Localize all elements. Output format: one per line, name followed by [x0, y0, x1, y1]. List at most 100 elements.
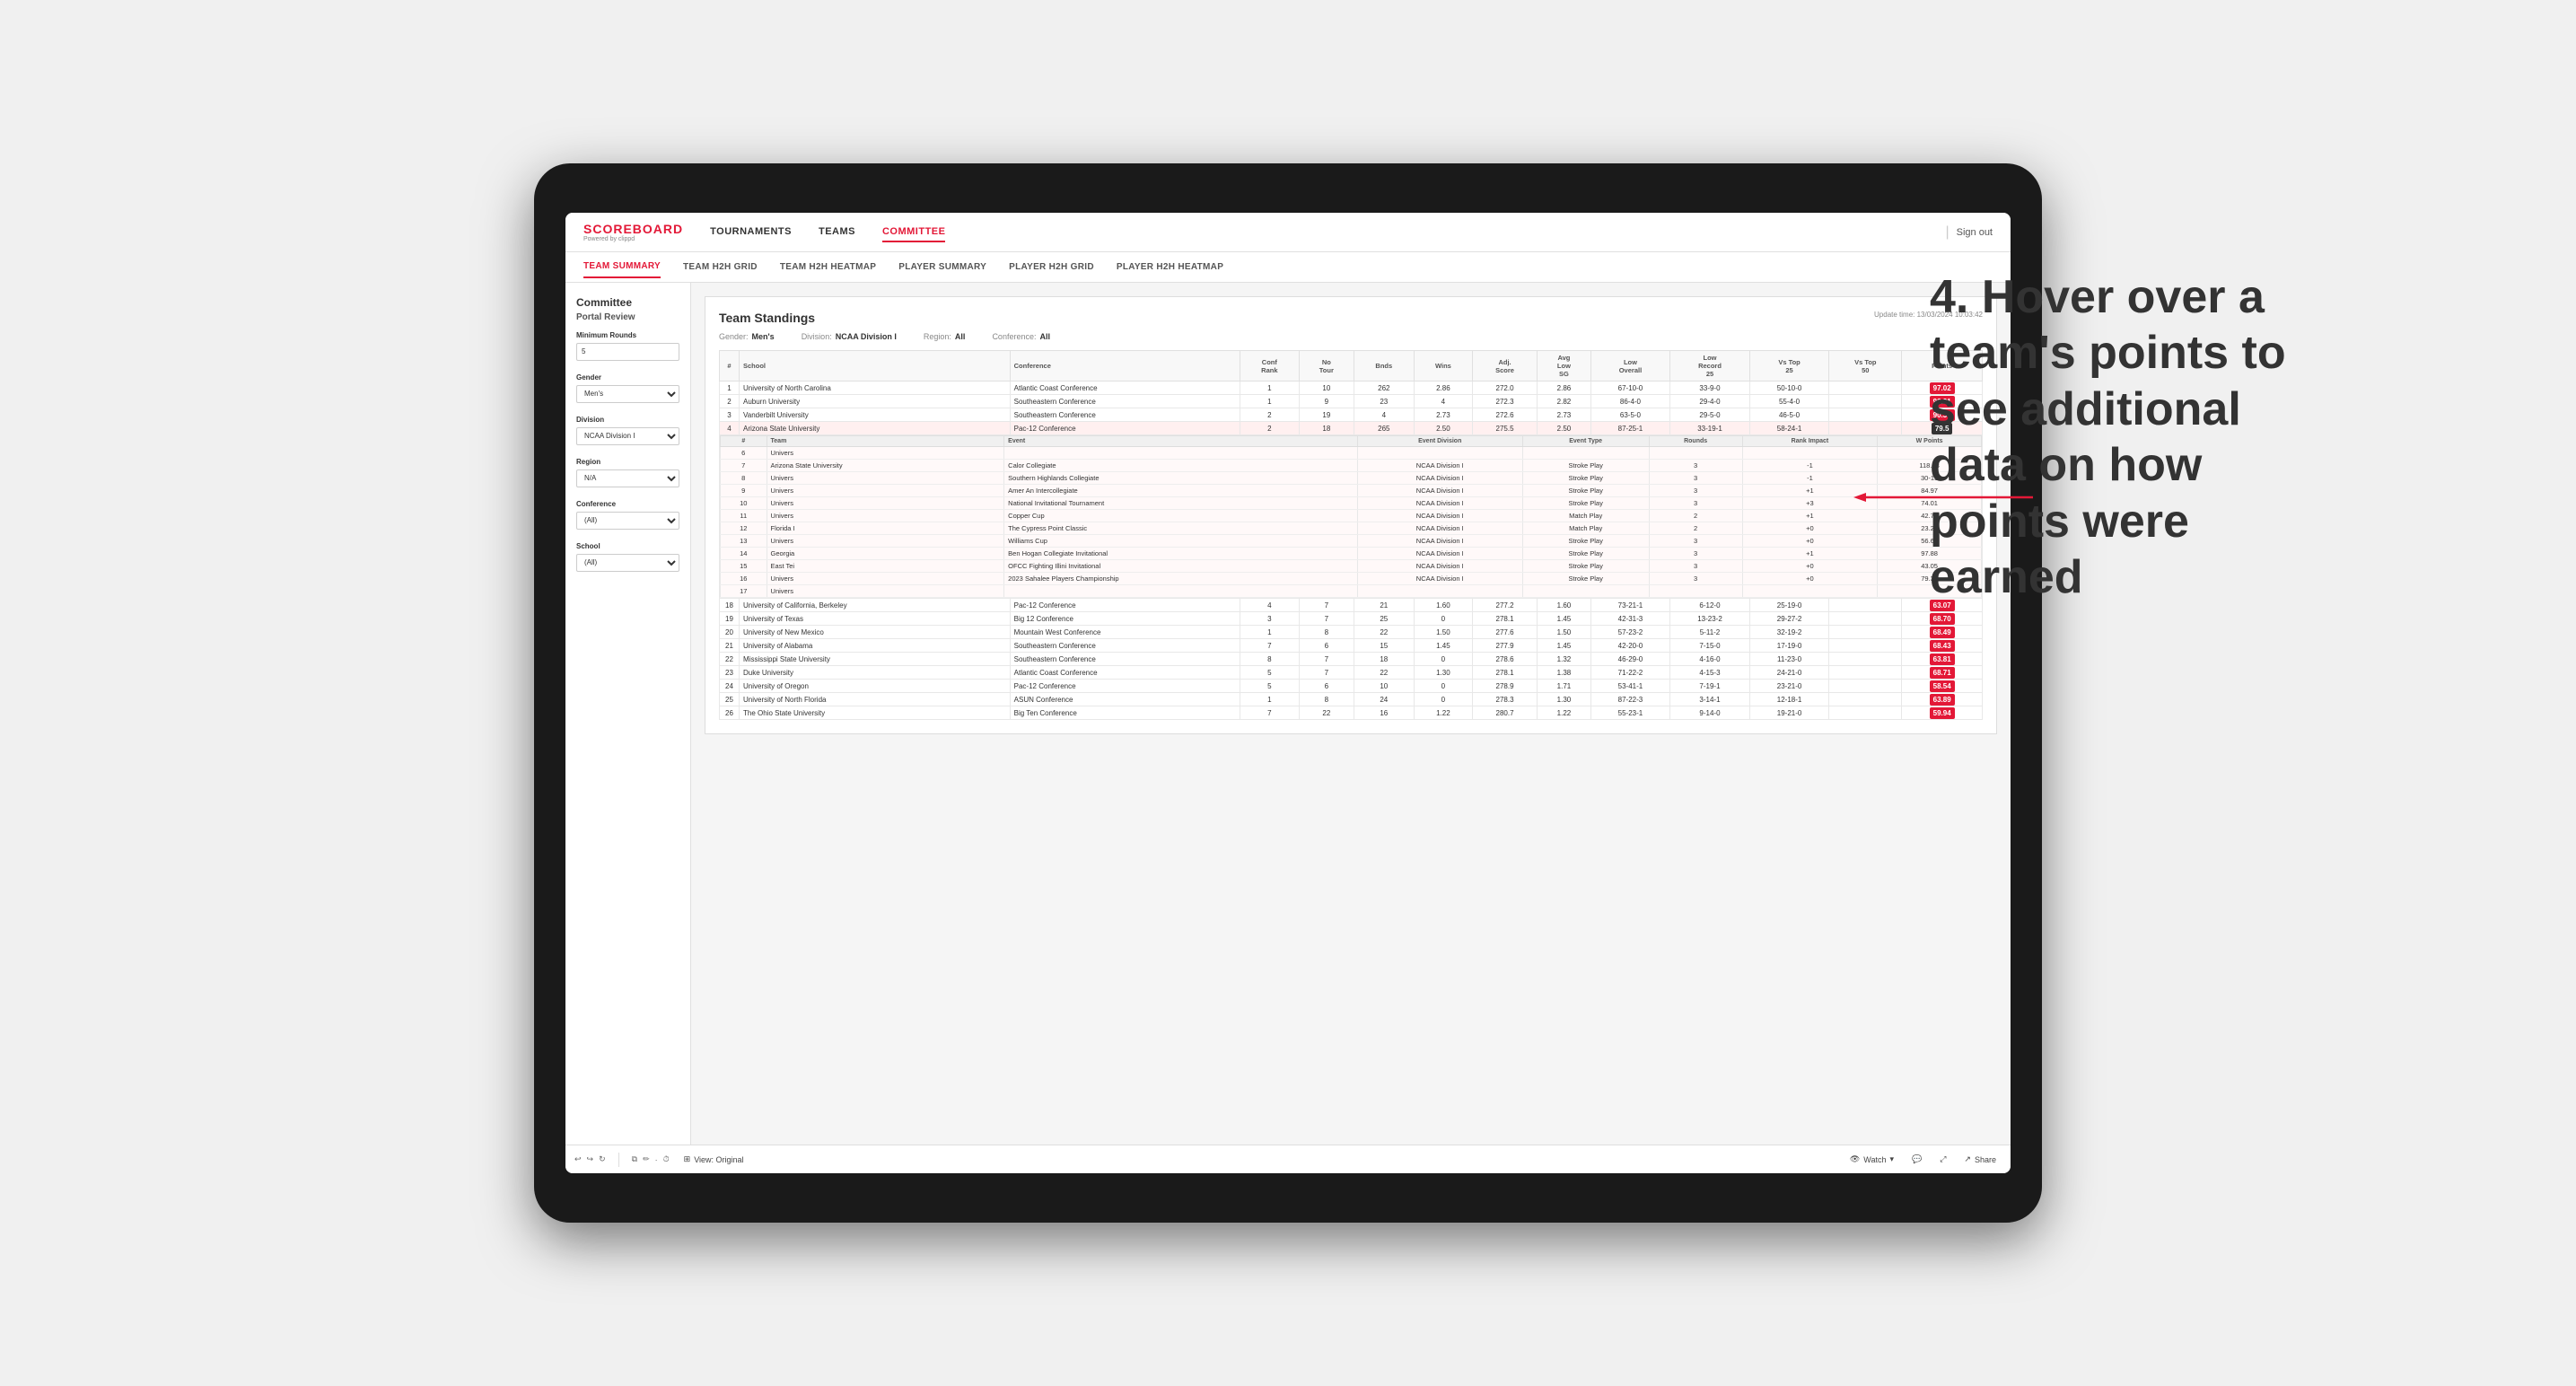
col-avg-low: AvgLowSG: [1538, 351, 1590, 382]
fullscreen-icon: ⤢: [1940, 1154, 1946, 1164]
sidebar-min-rounds: Minimum Rounds: [576, 331, 679, 361]
col-school: School: [740, 351, 1011, 382]
watch-button[interactable]: 👁 Watch ▾: [1844, 1152, 1899, 1167]
sub-col-event: Event: [1004, 436, 1358, 447]
division-select[interactable]: NCAA Division I: [576, 427, 679, 445]
sub-nav-player-h2h-heatmap[interactable]: PLAYER H2H HEATMAP: [1117, 257, 1223, 277]
watch-icon: 👁: [1850, 1154, 1860, 1164]
min-rounds-input[interactable]: [576, 343, 679, 361]
table-row[interactable]: 20 University of New Mexico Mountain Wes…: [720, 626, 1983, 639]
filter-region: Region: All: [924, 332, 966, 341]
division-filter-label: Division:: [802, 332, 832, 341]
sidebar-school: School (All): [576, 542, 679, 572]
table-row[interactable]: 18 University of California, Berkeley Pa…: [720, 599, 1983, 612]
rank: 4: [720, 422, 740, 435]
col-adj-score: Adj.Score: [1472, 351, 1537, 382]
watch-chevron: ▾: [1889, 1154, 1894, 1164]
school: University of North Carolina: [740, 382, 1011, 395]
fullscreen-button[interactable]: ⤢: [1934, 1152, 1951, 1167]
points-value: 68.49: [1930, 627, 1955, 638]
undo-icon[interactable]: ↩: [574, 1154, 582, 1164]
school: Vanderbilt University: [740, 408, 1011, 422]
redo-icon[interactable]: ↪: [587, 1154, 594, 1164]
sub-col-event-type: Event Type: [1522, 436, 1649, 447]
view-original-button[interactable]: ⊞ View: Original: [679, 1152, 749, 1167]
gender-select[interactable]: Men's: [576, 385, 679, 403]
share-button[interactable]: ↗ Share: [1958, 1152, 2002, 1167]
region-select[interactable]: N/A: [576, 469, 679, 487]
sub-table-row: 15 East Tei OFCC Fighting Illini Invitat…: [721, 560, 1982, 573]
table-row[interactable]: 24 University of Oregon Pac-12 Conferenc…: [720, 680, 1983, 693]
annotation-text: 4. Hover over a team's points to see add…: [1930, 269, 2325, 605]
conference: Pac-12 Conference: [1010, 422, 1240, 435]
table-row[interactable]: 25 University of North Florida ASUN Conf…: [720, 693, 1983, 706]
nav-items: TOURNAMENTS TEAMS COMMITTEE: [710, 223, 1945, 242]
nav-item-teams[interactable]: TEAMS: [819, 223, 855, 242]
conference-select[interactable]: (All): [576, 512, 679, 530]
report-header: Team Standings Update time: 13/03/2024 1…: [719, 311, 1983, 325]
standings-table: # School Conference ConfRank NoTour Bnds…: [719, 350, 1983, 720]
table-row[interactable]: 19 University of Texas Big 12 Conference…: [720, 612, 1983, 626]
top-nav: SCOREBOARD Powered by clippd TOURNAMENTS…: [565, 213, 2011, 252]
sign-out-button[interactable]: Sign out: [1957, 227, 1993, 238]
table-row[interactable]: 3 Vanderbilt University Southeastern Con…: [720, 408, 1983, 422]
nav-item-tournaments[interactable]: TOURNAMENTS: [710, 223, 792, 242]
school: Arizona State University: [740, 422, 1011, 435]
sub-col-event-division: Event Division: [1357, 436, 1522, 447]
sub-nav-team-h2h-heatmap[interactable]: TEAM H2H HEATMAP: [780, 257, 876, 277]
sub-nav-player-h2h-grid[interactable]: PLAYER H2H GRID: [1009, 257, 1094, 277]
filter-gender: Gender: Men's: [719, 332, 775, 341]
region-filter-value: All: [955, 332, 966, 341]
sub-table-row: 10 Univers National Invitational Tournam…: [721, 497, 1982, 510]
sub-table-row: 13 Univers Williams Cup NCAA Division I …: [721, 535, 1982, 548]
sub-table-row: 14 Georgia Ben Hogan Collegiate Invitati…: [721, 548, 1982, 560]
tablet-screen: SCOREBOARD Powered by clippd TOURNAMENTS…: [565, 213, 2011, 1173]
filter-conference: Conference: All: [992, 332, 1050, 341]
col-low-record: LowRecord25: [1670, 351, 1750, 382]
school-select[interactable]: (All): [576, 554, 679, 572]
points-value: 59.94: [1930, 707, 1955, 719]
edit-icon[interactable]: ✏: [643, 1154, 650, 1164]
sidebar-region: Region N/A: [576, 458, 679, 487]
refresh-icon[interactable]: ↻: [599, 1154, 606, 1164]
filter-division: Division: NCAA Division I: [802, 332, 897, 341]
table-row[interactable]: 26 The Ohio State University Big Ten Con…: [720, 706, 1983, 720]
conference-filter-value: All: [1039, 332, 1050, 341]
school: Auburn University: [740, 395, 1011, 408]
conference: Southeastern Conference: [1010, 395, 1240, 408]
points-value: 58.54: [1930, 680, 1955, 692]
copy-icon[interactable]: ⧉: [632, 1154, 637, 1164]
table-row[interactable]: 23 Duke University Atlantic Coast Confer…: [720, 666, 1983, 680]
table-row[interactable]: 1 University of North Carolina Atlantic …: [720, 382, 1983, 395]
sub-nav-team-summary[interactable]: TEAM SUMMARY: [583, 256, 661, 278]
nav-item-committee[interactable]: COMMITTEE: [882, 223, 946, 242]
clock-icon[interactable]: ⏱: [663, 1154, 670, 1164]
sidebar: Committee Portal Review Minimum Rounds G…: [565, 283, 691, 1145]
sub-table-row: 17 Univers: [721, 585, 1982, 598]
sidebar-gender: Gender Men's: [576, 373, 679, 403]
sidebar-conference: Conference (All): [576, 500, 679, 530]
col-wins: Wins: [1414, 351, 1472, 382]
col-vs-top-50: Vs Top50: [1829, 351, 1902, 382]
table-row[interactable]: 4 Arizona State University Pac-12 Confer…: [720, 422, 1983, 435]
sub-nav-player-summary[interactable]: PLAYER SUMMARY: [898, 257, 986, 277]
comment-button[interactable]: 💬: [1906, 1152, 1927, 1167]
sub-table-row: 11 Univers Copper Cup NCAA Division I Ma…: [721, 510, 1982, 522]
sub-table-row: 16 Univers 2023 Sahalee Players Champion…: [721, 573, 1982, 585]
conference: Southeastern Conference: [1010, 408, 1240, 422]
conference-filter-label: Conference:: [992, 332, 1036, 341]
gender-filter-value: Men's: [752, 332, 775, 341]
content-panel: Team Standings Update time: 13/03/2024 1…: [691, 283, 2011, 1145]
table-row[interactable]: 22 Mississippi State University Southeas…: [720, 653, 1983, 666]
points-value: 63.89: [1930, 694, 1955, 706]
table-row[interactable]: 2 Auburn University Southeastern Confere…: [720, 395, 1983, 408]
gender-filter-label: Gender:: [719, 332, 749, 341]
sub-nav: TEAM SUMMARY TEAM H2H GRID TEAM H2H HEAT…: [565, 252, 2011, 283]
main-content: Committee Portal Review Minimum Rounds G…: [565, 283, 2011, 1145]
sub-nav-team-h2h-grid[interactable]: TEAM H2H GRID: [683, 257, 758, 277]
rank: 2: [720, 395, 740, 408]
table-row[interactable]: 21 University of Alabama Southeastern Co…: [720, 639, 1983, 653]
school-label: School: [576, 542, 679, 550]
toolbar-copy-icons: ⧉ ✏ · ⏱: [632, 1154, 670, 1164]
sub-col-rank-impact: Rank Impact: [1742, 436, 1877, 447]
